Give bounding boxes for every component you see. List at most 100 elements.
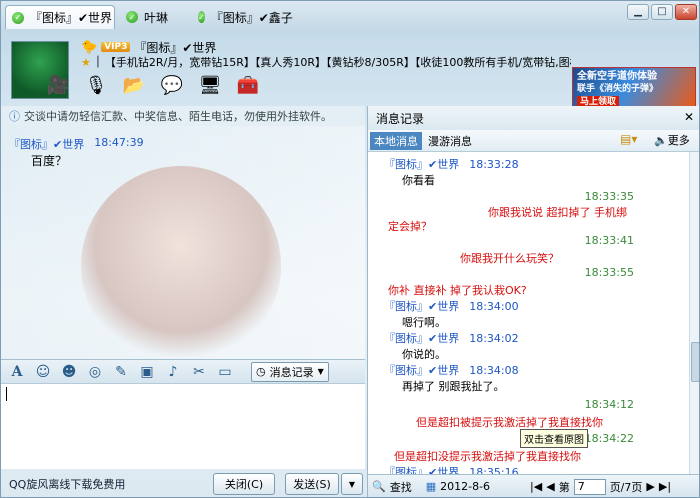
record-text-reply: 定会掉？: [388, 220, 432, 233]
record-text: 嗯行啊。: [402, 316, 446, 329]
record-scrollbar[interactable]: [689, 152, 699, 474]
export-icon[interactable]: ▤▾: [620, 132, 637, 146]
record-text-reply: 但是超扣被提示我激活掉了我直接找你: [416, 416, 603, 429]
message-input[interactable]: [1, 383, 365, 469]
ad-line2: 联手《消失的子弹》: [577, 84, 659, 94]
star-icon: ★: [81, 55, 91, 69]
tab-bar: ✓ 『图标』✔世界 ✓ 叶琳 ✓ 『图标』✔鑫子 ▁ □ ✕: [1, 1, 699, 31]
remote-assist-button[interactable]: 🖥: [197, 73, 223, 99]
message-record-button[interactable]: ◷ 消息记录 ▼: [251, 361, 329, 382]
last-page-icon[interactable]: ▶|: [659, 480, 671, 493]
record-text-reply: 你跟我说说 超扣掉了 手机绑: [488, 206, 627, 219]
record-time: 18:33:35: [584, 190, 634, 203]
tab-label: 『图标』✔世界: [30, 11, 113, 25]
online-status-icon: ✓: [198, 11, 205, 23]
tab-xinzi[interactable]: ✓ 『图标』✔鑫子: [191, 5, 293, 29]
contact-name-row: 🐤 VIP3 『图标』✔世界: [81, 39, 216, 55]
record-time: 18:34:00: [469, 300, 519, 313]
tab-local-messages[interactable]: 本地消息: [370, 131, 422, 150]
first-page-icon[interactable]: |◀: [530, 480, 542, 493]
message-text: 百度？: [31, 154, 68, 168]
pipe-icon: │: [94, 56, 101, 68]
chat-history-pane[interactable]: 『图标』✔世界 18:47:39 百度？: [1, 126, 365, 366]
tab-label: 『图标』✔鑫子: [210, 10, 293, 25]
record-sender: 『图标』✔世界: [384, 364, 460, 377]
calendar-icon[interactable]: ▦: [426, 480, 436, 493]
app-box-button[interactable]: 🧰: [235, 73, 261, 99]
shake-button[interactable]: ◎: [85, 363, 105, 381]
page-suffix: 页/7页: [609, 480, 643, 494]
vip-badge[interactable]: VIP3: [101, 42, 131, 52]
shake-icon: ◎: [88, 363, 102, 380]
record-time: 18:33:28: [469, 158, 519, 171]
graffiti-button[interactable]: ✎: [111, 363, 131, 381]
ad-banner[interactable]: 全新空手道你体验 联手《消失的子弹》 马上领取: [572, 67, 696, 107]
search-button[interactable]: 查找: [390, 479, 412, 495]
font-button[interactable]: A: [7, 363, 27, 381]
prev-page-icon[interactable]: ◀: [546, 480, 554, 493]
record-sender: 『图标』✔世界: [384, 300, 460, 313]
more-label: 更多: [667, 134, 690, 147]
contact-signature-row: ★ │ 【手机钻2R/月，宽带钻15R】【真人秀10R】【黄钻秒8/305R】【…: [81, 54, 571, 70]
online-status-icon: ✓: [126, 11, 138, 23]
tab-roaming-messages[interactable]: 漫游消息: [424, 132, 476, 150]
create-discussion-button[interactable]: 💬: [159, 73, 185, 99]
message-time: 18:47:39: [94, 136, 144, 149]
next-page-icon[interactable]: ▶: [646, 480, 654, 493]
emoji-button[interactable]: ☺: [33, 363, 53, 381]
voice-call-button[interactable]: 🎙: [83, 73, 109, 99]
tab-yelin[interactable]: ✓ 叶琳: [119, 5, 189, 29]
record-tabs: 本地消息 漫游消息 ▤▾ 🔈更多: [368, 130, 699, 152]
record-header: 『图标』✔世界 18:35:16: [384, 464, 519, 474]
message-record-label: 消息记录: [269, 365, 314, 379]
tooltip: 双击查看原图: [520, 429, 588, 448]
video-call-button[interactable]: 🎥: [45, 73, 71, 99]
magic-emoji-button[interactable]: ☻: [59, 363, 79, 381]
clock-icon: ◷: [256, 365, 266, 378]
security-notice: ⓘ 交谈中请勿轻信汇款、中奖信息、陌生电话，勿使用外挂软件。: [1, 106, 365, 126]
record-header: 『图标』✔世界 18:33:28: [384, 156, 519, 172]
record-time: 18:35:16: [469, 466, 519, 474]
record-text-reply: 你补 直接补 掉了我认栽OK?: [388, 284, 527, 297]
close-button[interactable]: 关闭(C): [213, 473, 275, 495]
send-options-button[interactable]: ▼: [341, 473, 363, 495]
image-button[interactable]: ▣: [137, 363, 157, 381]
send-button[interactable]: 发送(S): [285, 473, 339, 495]
send-file-button[interactable]: 📂: [121, 73, 147, 99]
record-panel-title: 消息记录: [376, 111, 425, 126]
record-list[interactable]: 『图标』✔世界 18:33:28 你看看 18:33:35 你跟我说说 超扣掉了 手机绑…: [368, 152, 690, 474]
folder-icon: 📂: [122, 75, 146, 96]
chat-window: ✓ 『图标』✔世界 ✓ 叶琳 ✓ 『图标』✔鑫子 ▁ □ ✕ 🐤 VIP3 『图…: [0, 0, 700, 498]
search-icon[interactable]: 🔍: [372, 480, 386, 493]
page-input[interactable]: 7: [573, 478, 606, 495]
record-text: 再掉了 别跟我扯了。: [402, 380, 505, 393]
feature-toolbar: 🎥 🎙 📂 💬 🖥 🧰: [45, 73, 261, 99]
shield-icon: ⓘ: [9, 110, 20, 123]
font-icon: A: [11, 363, 23, 380]
more-tools-button[interactable]: ▭: [215, 363, 235, 381]
close-panel-icon[interactable]: ✕: [684, 110, 694, 124]
promo-link[interactable]: QQ旋风离线下载免费用: [9, 476, 125, 492]
record-time: 18:34:08: [469, 364, 519, 377]
chevron-down-icon: ▼: [348, 479, 356, 489]
message-record-panel: 消息记录 ✕ 本地消息 漫游消息 ▤▾ 🔈更多 『图标』✔世界 18:33:28 你…: [367, 106, 699, 497]
group-chat-icon: 💬: [160, 75, 184, 96]
more-button[interactable]: 🔈更多: [654, 132, 690, 148]
record-footer: 🔍 查找 ▦ 2012-8-6 |◀ ◀ 第 7 页/7页 ▶ ▶|: [368, 474, 699, 497]
contact-signature: 【手机钻2R/月，宽带钻15R】【真人秀10R】【黄钻秒8/305R】【收徒10…: [104, 56, 571, 69]
text-caret: [6, 387, 7, 401]
scrollbar-thumb[interactable]: [691, 342, 699, 382]
music-icon: ♪: [168, 363, 178, 380]
monitor-icon: 🖥: [198, 75, 222, 96]
page-prefix: 第: [558, 480, 570, 494]
record-text: 你说的。: [402, 348, 446, 361]
tab-shijie[interactable]: ✓ 『图标』✔世界: [5, 5, 115, 29]
online-status-icon: ✓: [12, 11, 24, 24]
close-window-button[interactable]: ✕: [675, 4, 697, 20]
record-panel-header: 消息记录 ✕: [368, 106, 699, 130]
screenshot-button[interactable]: ✂: [189, 363, 209, 381]
minimize-button[interactable]: ▁: [627, 4, 649, 20]
date-label[interactable]: 2012-8-6: [440, 480, 490, 493]
music-button[interactable]: ♪: [163, 363, 183, 381]
maximize-button[interactable]: □: [651, 4, 673, 20]
